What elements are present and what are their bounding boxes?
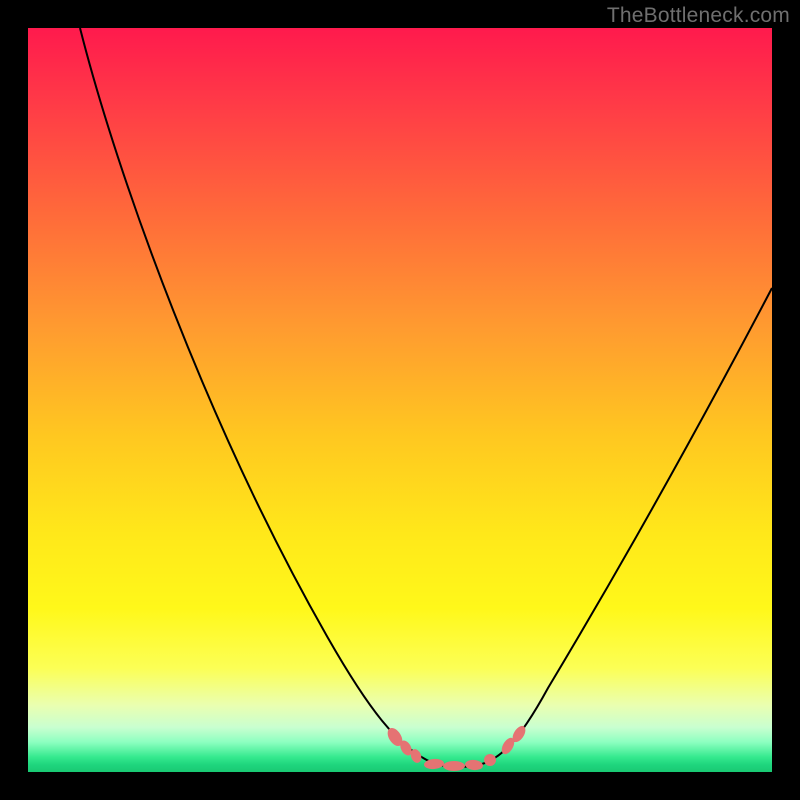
curve-bead [443,761,465,771]
bottleneck-curve [80,28,772,767]
curve-bead [465,759,484,771]
watermark-text: TheBottleneck.com [607,4,790,28]
chart-plot-area [28,28,772,772]
bottleneck-curve-svg [28,28,772,772]
curve-bead [484,754,496,766]
